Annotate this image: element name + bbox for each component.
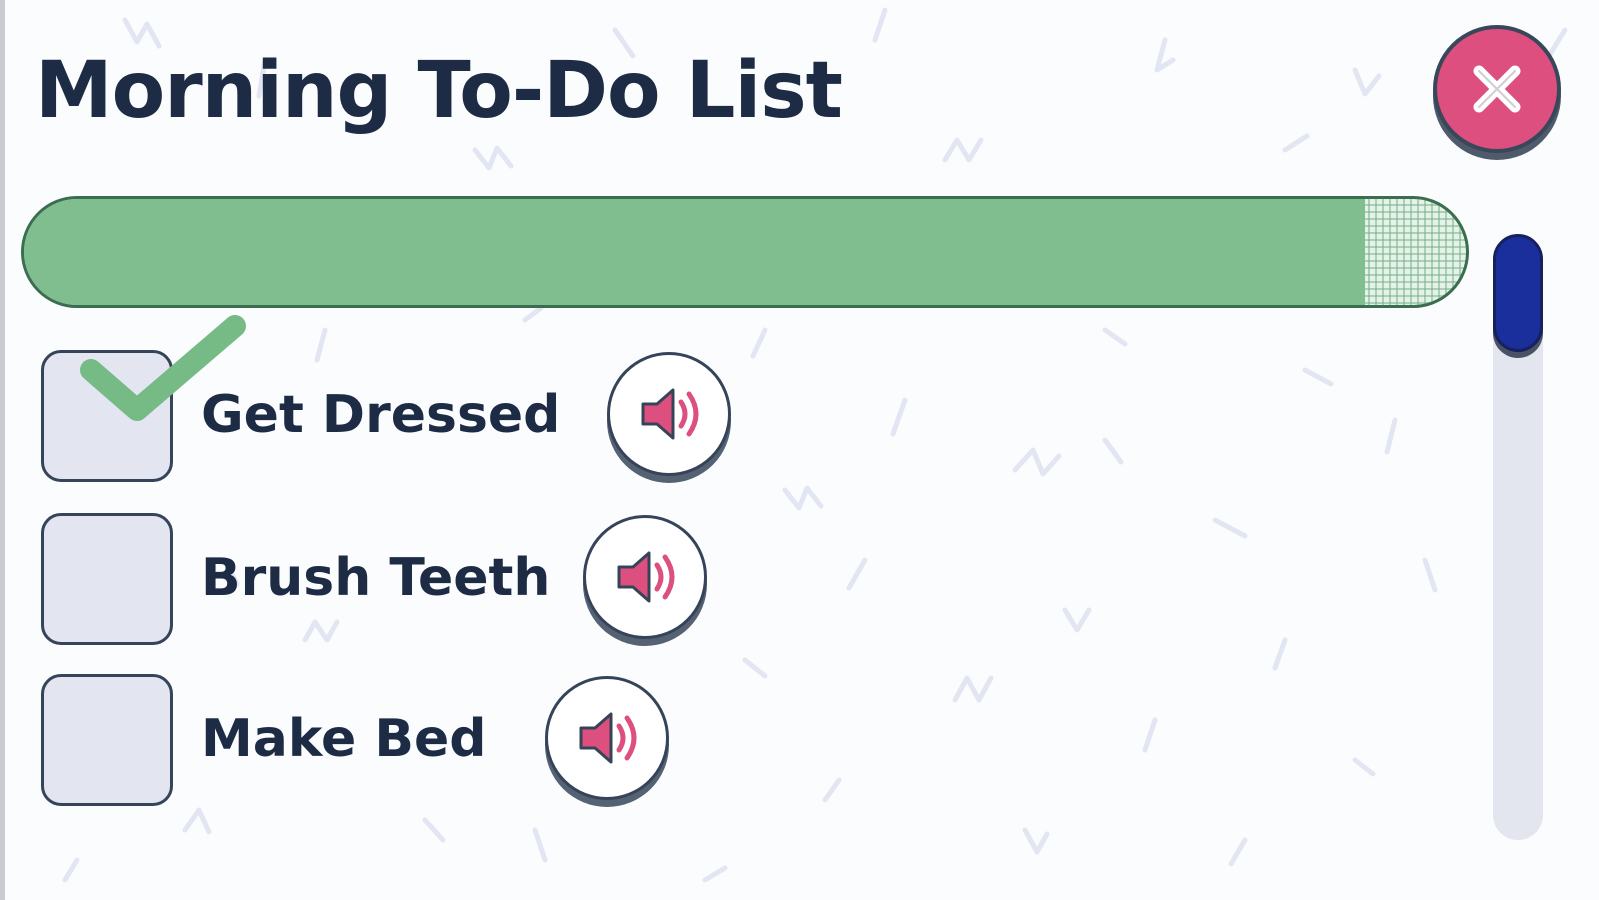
progress-fill <box>24 199 1366 305</box>
speaker-icon <box>641 388 699 440</box>
task-label: Get Dressed <box>201 385 561 445</box>
progress-bar <box>21 196 1469 308</box>
read-aloud-button[interactable] <box>545 676 669 800</box>
read-aloud-button[interactable] <box>607 352 731 476</box>
page-title: Morning To-Do List <box>35 46 843 136</box>
scrollbar-thumb[interactable] <box>1493 234 1543 352</box>
task-label: Brush Teeth <box>201 548 551 608</box>
speaker-icon <box>617 551 675 603</box>
task-checkbox[interactable] <box>41 513 173 645</box>
task-label: Make Bed <box>201 709 487 769</box>
close-button[interactable] <box>1433 25 1561 153</box>
speaker-icon <box>579 712 637 764</box>
task-checkbox[interactable] <box>41 674 173 806</box>
read-aloud-button[interactable] <box>583 515 707 639</box>
todo-panel: Morning To-Do List Get Dressed Brush Tee… <box>0 0 1599 900</box>
close-icon <box>1473 65 1521 113</box>
